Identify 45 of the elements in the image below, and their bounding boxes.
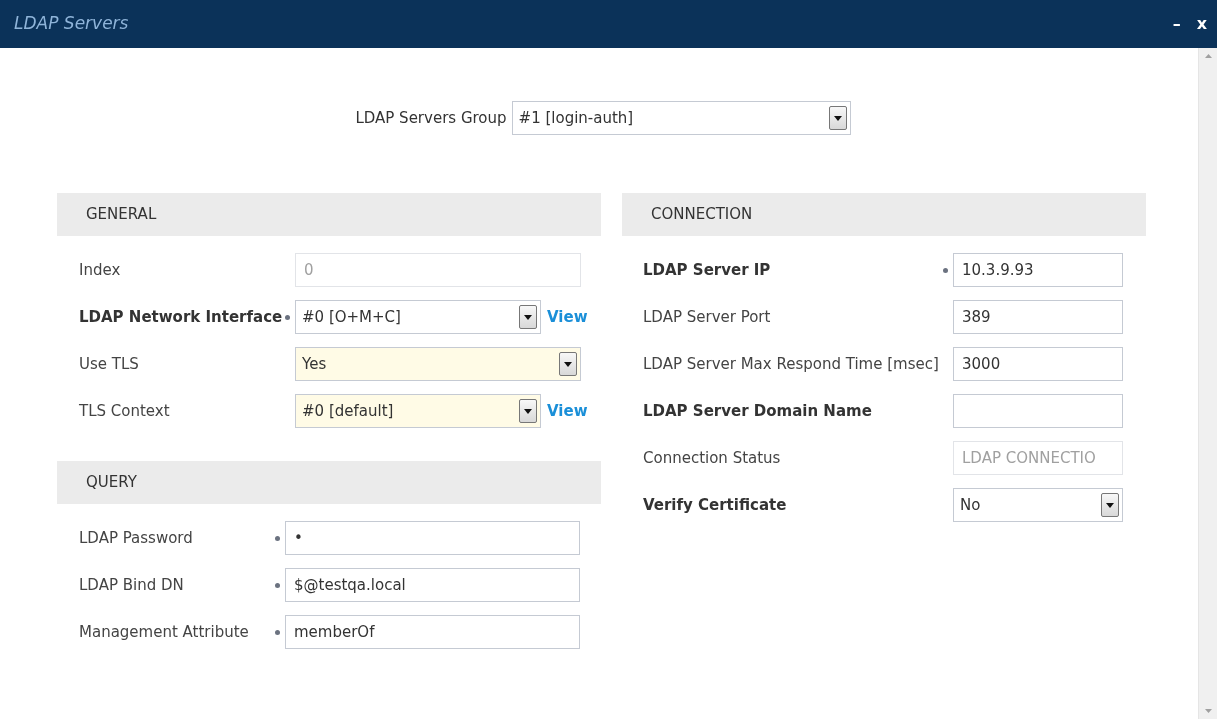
field-label: LDAP Server IP — [643, 259, 772, 281]
field-label: LDAP Server Port — [643, 306, 772, 328]
input-field: LDAP CONNECTIO — [953, 441, 1123, 475]
input-field: 0 — [295, 253, 581, 287]
view-link[interactable]: View — [547, 305, 588, 329]
input-field[interactable]: $@testqa.local — [285, 568, 580, 602]
caret-icon — [564, 361, 572, 367]
field-label: Index — [79, 259, 122, 281]
close-button[interactable]: x — [1196, 12, 1207, 36]
input-field[interactable]: 10.3.9.93 — [953, 253, 1123, 287]
dropdown-button[interactable] — [519, 305, 537, 329]
window-title: LDAP Servers — [14, 12, 129, 36]
dropdown-button[interactable] — [828, 106, 847, 130]
input-field[interactable] — [953, 394, 1123, 428]
section-header: GENERAL — [57, 193, 601, 236]
dropdown[interactable]: No — [953, 488, 1123, 522]
caret-icon — [524, 408, 532, 414]
input-field[interactable]: • — [285, 521, 580, 555]
minimize-button[interactable]: – — [1172, 12, 1181, 36]
input-field[interactable]: 389 — [953, 300, 1123, 334]
field-label: Verify Certificate — [643, 494, 788, 516]
caret-icon — [833, 115, 842, 121]
input-field[interactable]: 3000 — [953, 347, 1123, 381]
dropdown-button[interactable] — [519, 399, 537, 423]
field-label: Management Attribute — [79, 621, 250, 643]
field-label: LDAP Server Domain Name — [643, 400, 873, 422]
field-label: TLS Context — [79, 400, 171, 422]
view-link[interactable]: View — [547, 399, 588, 423]
input-field[interactable]: memberOf — [285, 615, 580, 649]
section-header: QUERY — [57, 461, 601, 504]
group-dropdown[interactable]: #1 [login-auth] — [511, 101, 851, 135]
caret-icon — [524, 314, 532, 320]
field-label: LDAP Server Max Respond Time [msec] — [643, 353, 937, 375]
field-label: LDAP Bind DN — [79, 574, 185, 596]
dropdown[interactable]: Yes — [295, 347, 581, 381]
dropdown-button[interactable] — [559, 352, 577, 376]
dropdown[interactable]: #0 [default] — [295, 394, 541, 428]
field-label: Connection Status — [643, 447, 782, 469]
caret-icon — [1106, 502, 1114, 508]
field-label: LDAP Password — [79, 527, 194, 549]
dropdown-button[interactable] — [1101, 493, 1119, 517]
field-label: Use TLS — [79, 353, 140, 375]
section-header: CONNECTION — [622, 193, 1146, 236]
group-label: LDAP Servers Group — [355, 107, 507, 129]
dropdown[interactable]: #0 [O+M+C] — [295, 300, 541, 334]
